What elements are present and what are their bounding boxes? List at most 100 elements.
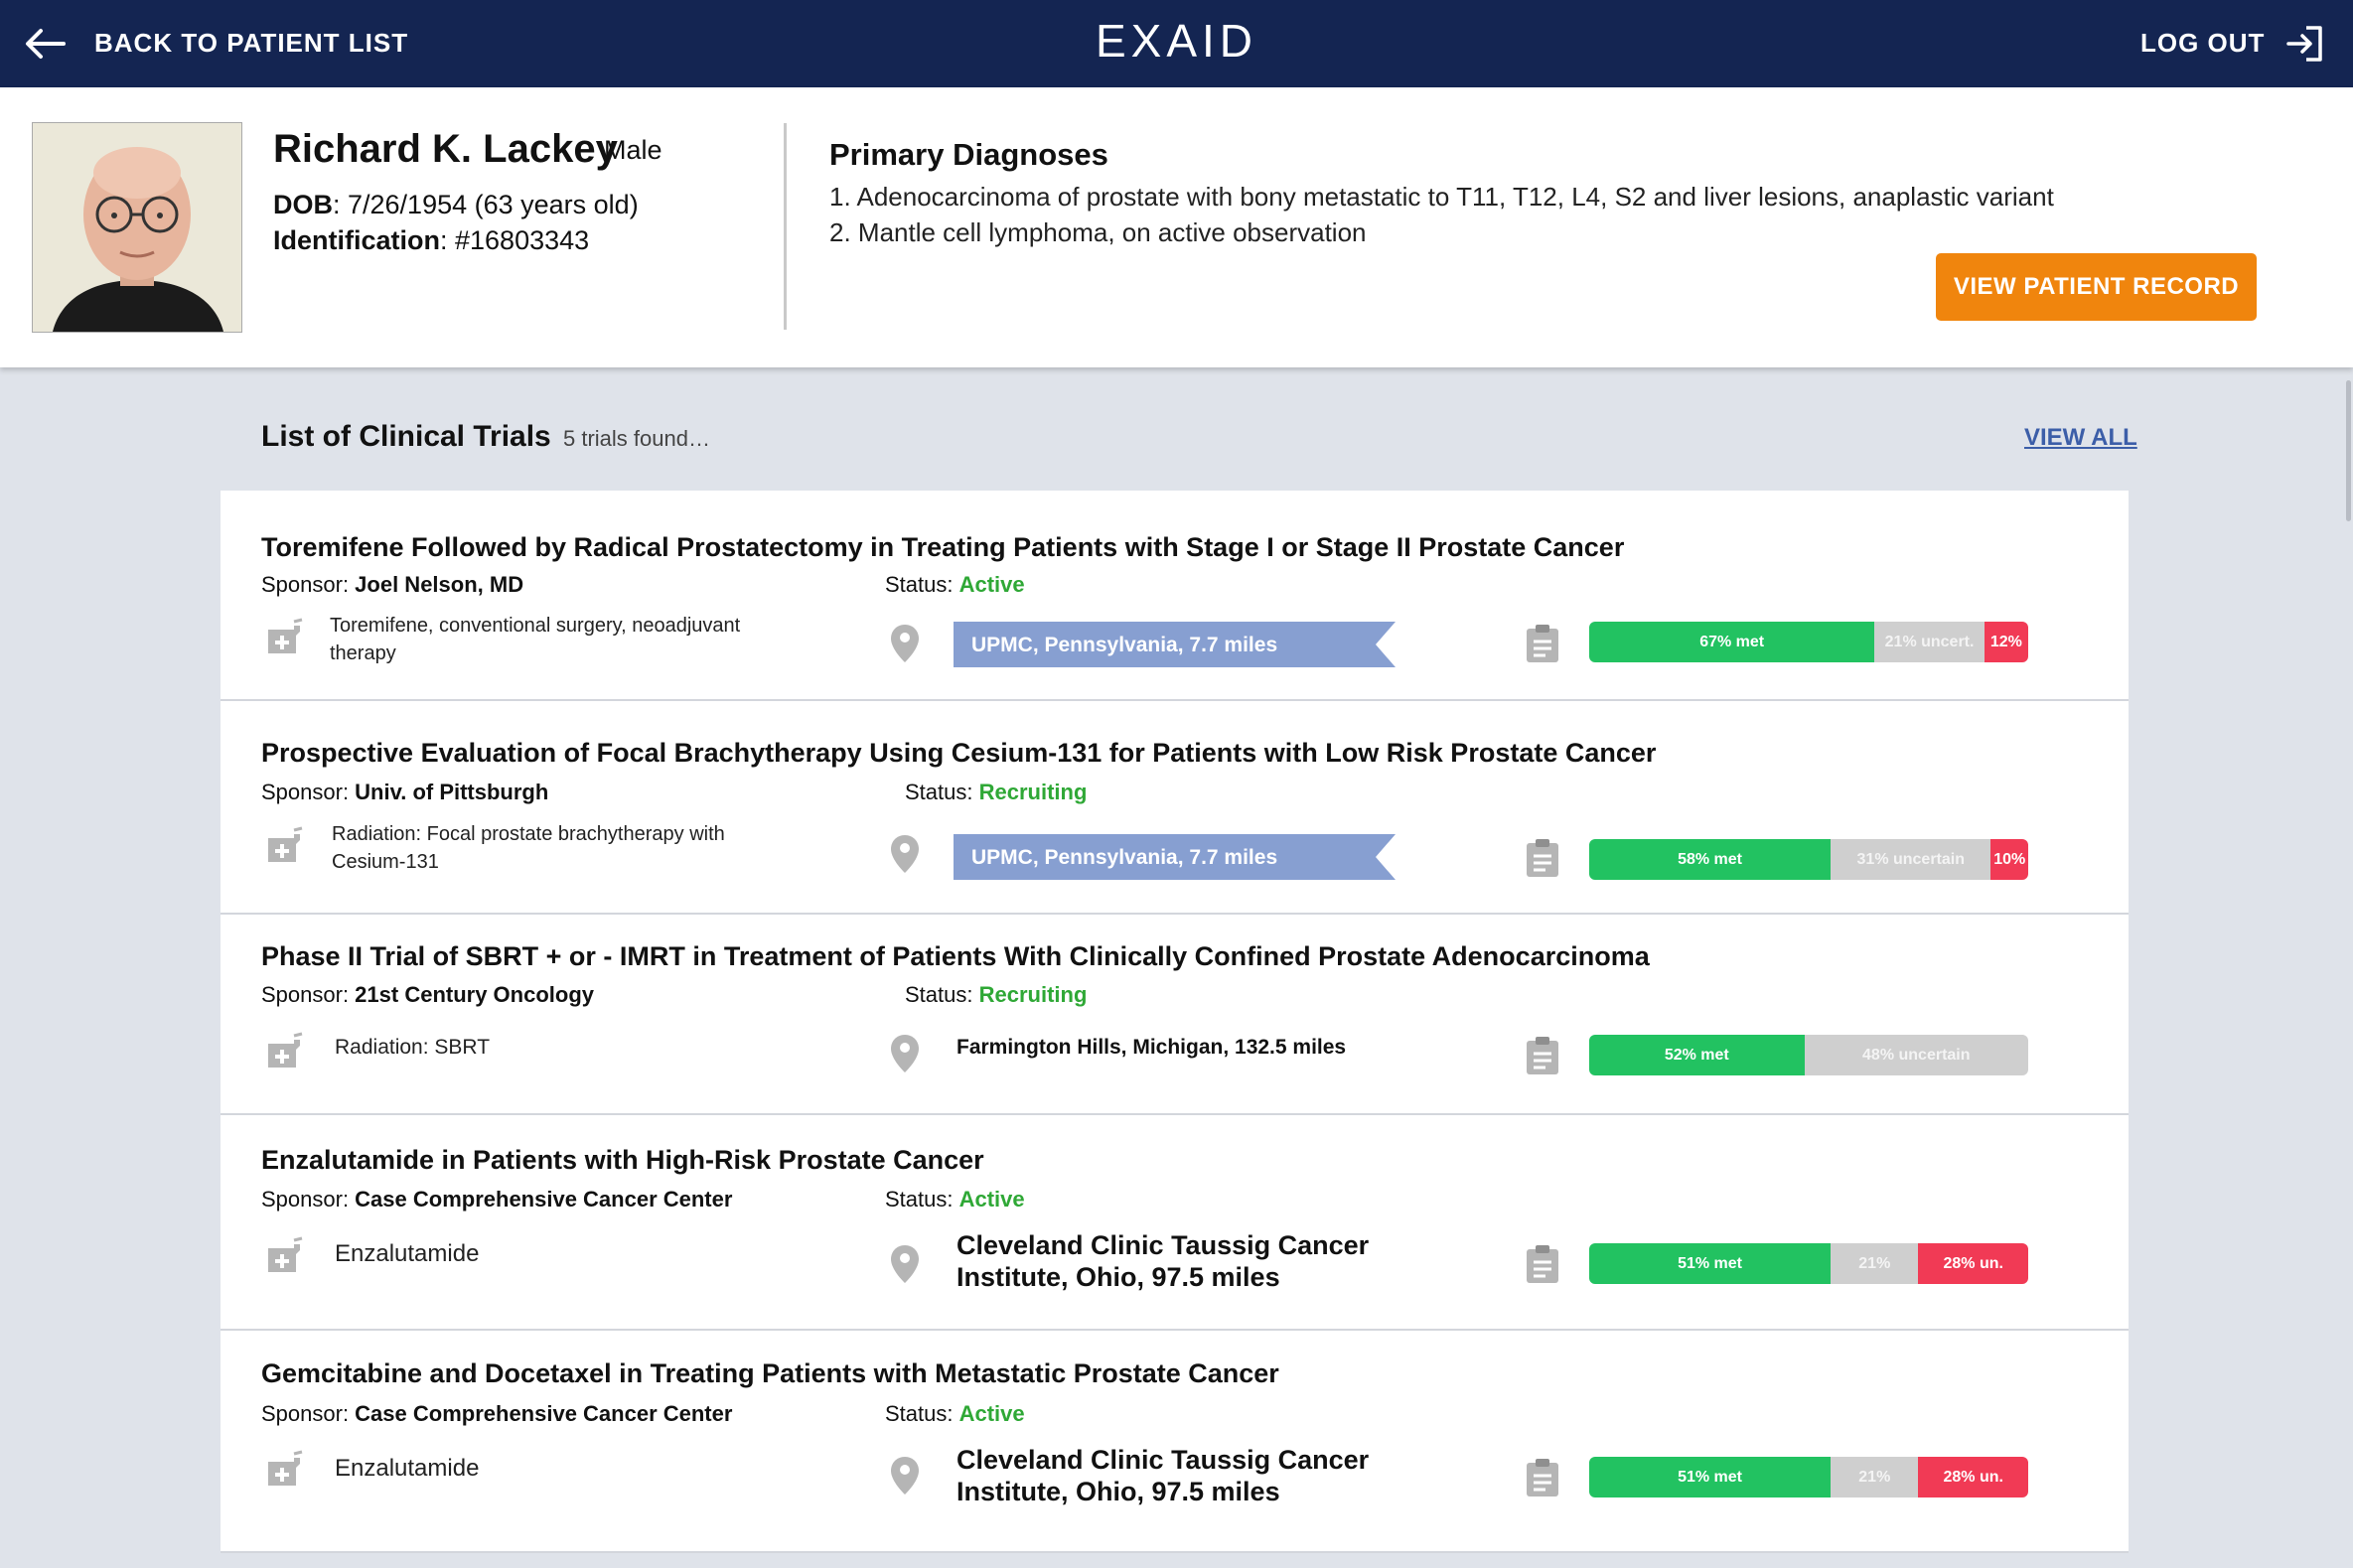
status-label: Status: bbox=[885, 1187, 959, 1212]
location-flag[interactable]: UPMC, Pennsylvania, 7.7 miles bbox=[954, 622, 1396, 667]
patient-avatar-illustration bbox=[33, 123, 241, 332]
sponsor-label: Sponsor: bbox=[261, 1187, 356, 1212]
trial-interventions: Radiation: Focal prostate brachytherapy … bbox=[332, 823, 725, 873]
trial-interventions: Toremifene, conventional surgery, neoadj… bbox=[330, 615, 741, 664]
trial-sponsor: Sponsor: Case Comprehensive Cancer Cente… bbox=[261, 1187, 732, 1212]
criteria-segment-unmet: 10% bbox=[1990, 839, 2028, 880]
criteria-segment-uncertain: 48% uncertain bbox=[1804, 1035, 2028, 1075]
location-pin-icon bbox=[891, 1457, 919, 1495]
criteria-segment-unmet: 28% un. bbox=[1918, 1457, 2028, 1497]
sponsor-value: Case Comprehensive Cancer Center bbox=[355, 1401, 733, 1426]
sponsor-value: Case Comprehensive Cancer Center bbox=[355, 1187, 733, 1212]
sponsor-label: Sponsor: bbox=[261, 1401, 356, 1426]
status-badge: Recruiting bbox=[978, 982, 1088, 1007]
sponsor-value: Joel Nelson, MD bbox=[355, 572, 524, 597]
criteria-segment-uncertain: 21% uncert. bbox=[1874, 622, 1985, 662]
header-divider bbox=[784, 123, 787, 330]
sponsor-value: 21st Century Oncology bbox=[355, 982, 595, 1007]
diagnosis-item: 2. Mantle cell lymphoma, on active obser… bbox=[829, 217, 1367, 247]
location-pin-icon bbox=[891, 1035, 919, 1072]
trial-title[interactable]: Prospective Evaluation of Focal Brachyth… bbox=[261, 738, 1656, 769]
trial-sponsor: Sponsor: 21st Century Oncology bbox=[261, 982, 594, 1008]
criteria-segment-met: 58% met bbox=[1589, 839, 1832, 880]
trial-title[interactable]: Gemcitabine and Docetaxel in Treating Pa… bbox=[261, 1358, 1279, 1389]
medication-icon bbox=[268, 1032, 303, 1068]
criteria-segment-met: 52% met bbox=[1589, 1035, 1805, 1075]
trials-count: 5 trials found… bbox=[563, 426, 710, 451]
logout-icon[interactable] bbox=[2284, 24, 2324, 64]
location-pin-icon bbox=[891, 1245, 919, 1283]
patient-photo bbox=[32, 122, 242, 333]
sponsor-label: Sponsor: bbox=[261, 780, 356, 804]
trial-sponsor: Sponsor: Case Comprehensive Cancer Cente… bbox=[261, 1401, 732, 1427]
criteria-clipboard-icon[interactable] bbox=[1525, 1036, 1560, 1075]
status-badge: Active bbox=[958, 1401, 1025, 1426]
trial-title[interactable]: Toremifene Followed by Radical Prostatec… bbox=[261, 532, 1624, 563]
criteria-segment-met: 51% met bbox=[1589, 1243, 1832, 1284]
trial-location: UPMC, Pennsylvania, 7.7 miles bbox=[971, 634, 1278, 656]
logout-button[interactable]: LOG OUT bbox=[2140, 28, 2265, 59]
medication-icon bbox=[268, 1236, 303, 1272]
identification-value: : #16803343 bbox=[440, 225, 590, 255]
criteria-clipboard-icon[interactable] bbox=[1525, 1458, 1560, 1497]
eligibility-criteria-bar[interactable]: 51% met 21% 28% un. bbox=[1589, 1243, 2028, 1284]
patient-identification: Identification: #16803343 bbox=[273, 225, 589, 256]
status-badge: Recruiting bbox=[978, 780, 1088, 804]
trial-location: UPMC, Pennsylvania, 7.7 miles bbox=[971, 846, 1278, 869]
medication-icon bbox=[268, 826, 303, 862]
scrollbar-thumb[interactable] bbox=[2346, 380, 2351, 521]
status-badge: Active bbox=[958, 572, 1025, 597]
criteria-segment-uncertain: 21% bbox=[1831, 1457, 1919, 1497]
patient-dob: DOB: 7/26/1954 (63 years old) bbox=[273, 190, 639, 220]
trial-location: Farmington Hills, Michigan, 132.5 miles bbox=[956, 1036, 1347, 1059]
criteria-segment-unmet: 12% bbox=[1984, 622, 2028, 662]
clinical-trials-list: Toremifene Followed by Radical Prostatec… bbox=[221, 491, 2129, 1553]
diagnosis-item: 1. Adenocarcinoma of prostate with bony … bbox=[829, 182, 2054, 212]
patient-name: Richard K. Lackey bbox=[273, 127, 618, 171]
trial-card[interactable]: Enzalutamide in Patients with High-Risk … bbox=[221, 1115, 2129, 1331]
location-flag[interactable]: UPMC, Pennsylvania, 7.7 miles bbox=[954, 834, 1396, 880]
trial-card[interactable]: Gemcitabine and Docetaxel in Treating Pa… bbox=[221, 1331, 2129, 1553]
status-badge: Active bbox=[958, 1187, 1025, 1212]
dob-value: : 7/26/1954 (63 years old) bbox=[333, 190, 639, 219]
trial-interventions: Enzalutamide bbox=[335, 1240, 480, 1267]
eligibility-criteria-bar[interactable]: 67% met 21% uncert. 12% bbox=[1589, 622, 2028, 662]
view-all-link[interactable]: VIEW ALL bbox=[2024, 424, 2137, 452]
eligibility-criteria-bar[interactable]: 58% met 31% uncertain 10% bbox=[1589, 839, 2028, 880]
dob-label: DOB bbox=[273, 190, 333, 219]
criteria-clipboard-icon[interactable] bbox=[1525, 624, 1560, 663]
status-label: Status: bbox=[905, 982, 979, 1007]
trial-status: Status: Active bbox=[885, 1401, 1025, 1427]
trial-card[interactable]: Toremifene Followed by Radical Prostatec… bbox=[221, 491, 2129, 701]
status-label: Status: bbox=[885, 1401, 959, 1426]
trial-title[interactable]: Enzalutamide in Patients with High-Risk … bbox=[261, 1145, 984, 1176]
trial-title[interactable]: Phase II Trial of SBRT + or - IMRT in Tr… bbox=[261, 941, 1650, 972]
trial-card[interactable]: Prospective Evaluation of Focal Brachyth… bbox=[221, 701, 2129, 915]
location-pin-icon bbox=[891, 835, 919, 873]
trial-sponsor: Sponsor: Joel Nelson, MD bbox=[261, 572, 523, 598]
criteria-clipboard-icon[interactable] bbox=[1525, 838, 1560, 878]
eligibility-criteria-bar[interactable]: 51% met 21% 28% un. bbox=[1589, 1457, 2028, 1497]
criteria-clipboard-icon[interactable] bbox=[1525, 1244, 1560, 1284]
trial-status: Status: Active bbox=[885, 1187, 1025, 1212]
medication-icon bbox=[268, 1450, 303, 1486]
trial-status: Status: Active bbox=[885, 572, 1025, 598]
identification-label: Identification bbox=[273, 225, 440, 255]
clinical-trials-title: List of Clinical Trials bbox=[261, 420, 551, 453]
trial-location: Cleveland Clinic Taussig Cancer Institut… bbox=[956, 1445, 1370, 1506]
trial-card[interactable]: Phase II Trial of SBRT + or - IMRT in Tr… bbox=[221, 915, 2129, 1115]
status-label: Status: bbox=[905, 780, 979, 804]
criteria-segment-met: 51% met bbox=[1589, 1457, 1832, 1497]
criteria-segment-uncertain: 31% uncertain bbox=[1831, 839, 1991, 880]
trial-interventions: Radiation: SBRT bbox=[335, 1036, 491, 1059]
criteria-segment-unmet: 28% un. bbox=[1918, 1243, 2028, 1284]
app-logo: EXAID bbox=[1095, 15, 1258, 67]
criteria-segment-met: 67% met bbox=[1589, 622, 1875, 662]
view-patient-record-button[interactable]: VIEW PATIENT RECORD bbox=[1936, 253, 2257, 321]
medication-icon bbox=[268, 618, 303, 653]
eligibility-criteria-bar[interactable]: 52% met 48% uncertain bbox=[1589, 1035, 2028, 1075]
location-pin-icon bbox=[891, 625, 919, 662]
trial-location: Cleveland Clinic Taussig Cancer Institut… bbox=[956, 1230, 1370, 1292]
status-label: Status: bbox=[885, 572, 959, 597]
patient-sex: Male bbox=[604, 135, 662, 165]
